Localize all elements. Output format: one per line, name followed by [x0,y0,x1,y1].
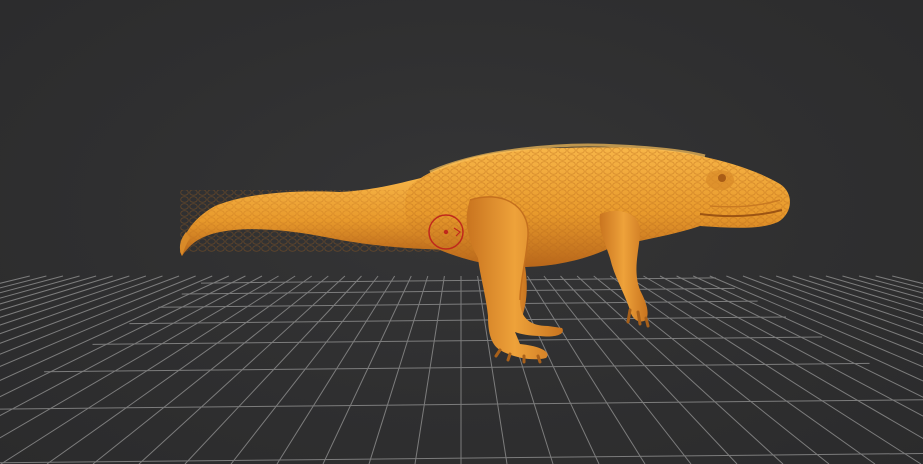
grid-line-depth [543,275,692,464]
dinosaur-model[interactable] [179,143,790,364]
grid-line-depth [626,275,922,464]
grid-line-depth [692,275,923,382]
grid-line-horizontal [44,362,870,373]
grid-line-depth [576,275,784,464]
grid-line-depth [659,275,923,417]
grid-line-horizontal [200,277,716,284]
grid-line-depth [560,275,738,464]
grid-line-depth [0,275,163,335]
grid-line-horizontal [129,316,787,325]
grid-line-depth [0,275,180,344]
scene-canvas[interactable] [0,0,923,464]
grid-line-horizontal [92,336,823,345]
grid-line-horizontal [181,287,735,295]
grid-line-depth [609,275,876,464]
grid-line-depth [842,275,923,299]
floor-grid [0,275,923,464]
grid-line-depth [709,275,923,368]
grid-line-depth [742,275,923,345]
3d-viewport[interactable] [0,0,923,464]
grid-line-depth [46,275,313,464]
grid-line-depth [92,275,329,464]
grid-line-depth [0,275,113,311]
grid-line-depth [809,275,923,312]
